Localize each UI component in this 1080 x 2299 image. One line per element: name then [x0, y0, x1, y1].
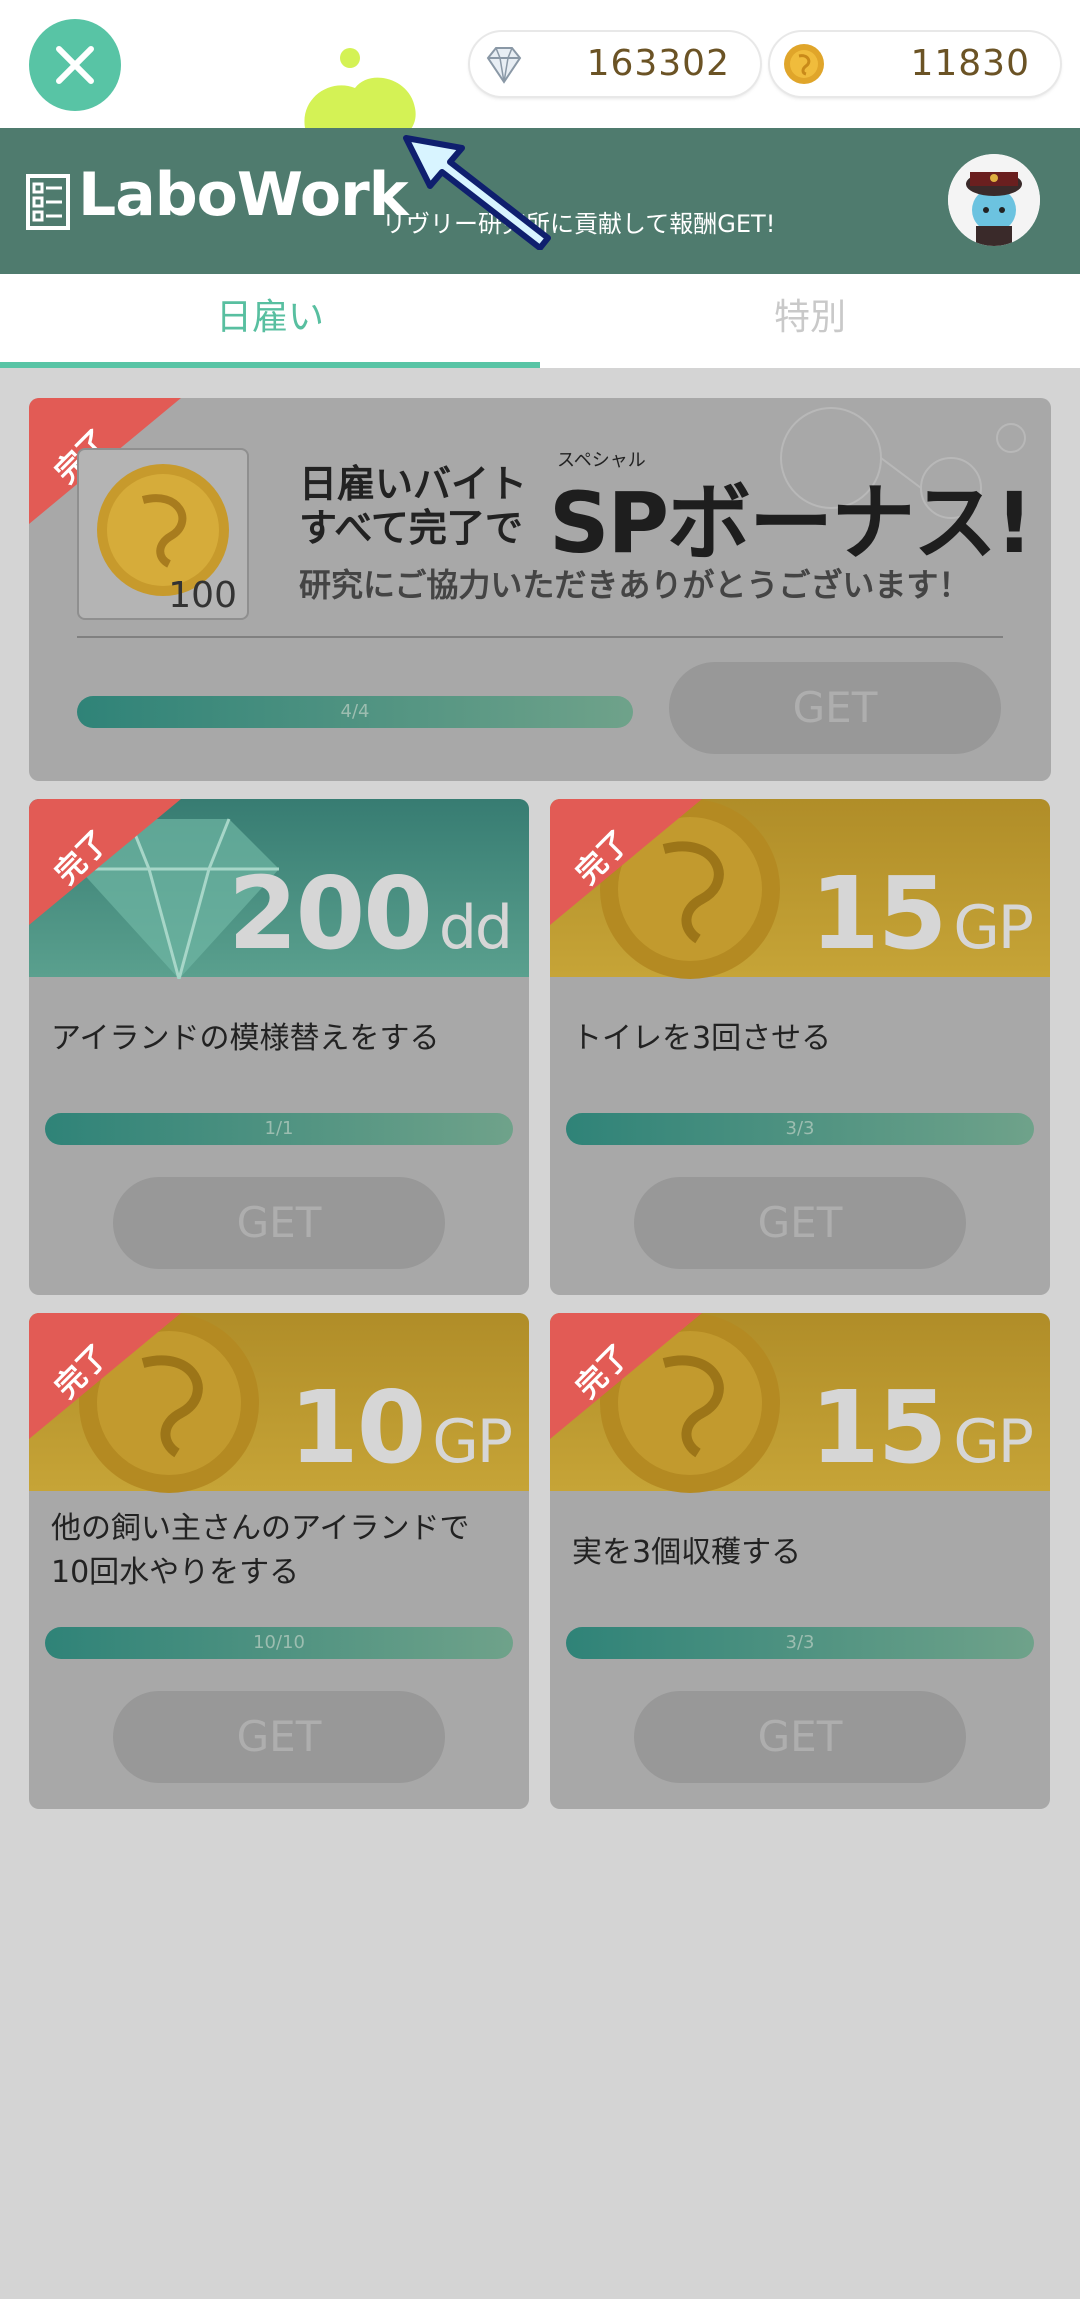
bonus-thanks-text: 研究にご協力いただきありがとうございます！: [299, 566, 971, 604]
reward-unit: GP: [432, 1407, 513, 1477]
bonus-description: 日雇いバイト すべて完了で: [299, 462, 527, 550]
reward-amount: 15 GP: [810, 855, 1034, 972]
reward-unit: dd: [438, 893, 513, 963]
reward-value: 10: [289, 1369, 426, 1486]
reward-value: 200: [228, 855, 433, 972]
labowork-logo: LaboWork: [78, 160, 409, 230]
reward-amount: 15 GP: [810, 1369, 1034, 1486]
sp-bonus-title: SPボーナス!: [549, 474, 1033, 572]
diamond-counter[interactable]: 163302: [470, 32, 760, 96]
task-card: 15 GP 完了 実を3個収穫する 3/3 GET: [550, 1313, 1050, 1809]
sp-bonus-card: 完了 100 日雇いバイト すべて完了で スペシャル SPボーナス! 研究にご協…: [29, 398, 1051, 781]
task-progress-bar: 10/10: [45, 1627, 513, 1659]
task-get-button[interactable]: GET: [113, 1691, 445, 1783]
task-description: 実を3個収穫する: [572, 1535, 802, 1570]
bonus-get-button[interactable]: GET: [669, 662, 1001, 754]
bonus-progress-bar: 4/4: [77, 696, 633, 728]
task-get-button[interactable]: GET: [634, 1691, 966, 1783]
researcher-avatar[interactable]: [948, 154, 1040, 246]
coin-counter[interactable]: 11830: [770, 32, 1060, 96]
reward-coin-box: 100: [77, 448, 249, 620]
reward-amount: 10 GP: [289, 1369, 513, 1486]
diamond-icon: [486, 47, 522, 84]
reward-quantity: 100: [168, 575, 237, 616]
task-progress-bar: 3/3: [566, 1627, 1034, 1659]
diamond-count: 163302: [586, 43, 730, 84]
reward-value: 15: [810, 855, 947, 972]
task-progress-text: 3/3: [785, 1118, 815, 1139]
tab-daily[interactable]: 日雇い: [0, 274, 540, 368]
checklist-icon: [26, 174, 70, 230]
task-description-line-1: 他の飼い主さんのアイランドで: [51, 1511, 470, 1546]
reward-value: 15: [810, 1369, 947, 1486]
completed-ribbon: 完了: [550, 799, 702, 925]
task-progress-bar: 1/1: [45, 1113, 513, 1145]
avatar-character: [948, 154, 1040, 246]
task-progress-text: 1/1: [264, 1118, 294, 1139]
task-description: トイレを3回させる: [572, 1021, 832, 1056]
task-get-button[interactable]: GET: [113, 1177, 445, 1269]
task-progress-bar: 3/3: [566, 1113, 1034, 1145]
task-card: 200 dd 完了 アイランドの模様替えをする 1/1 GET: [29, 799, 529, 1295]
tab-special[interactable]: 特別: [540, 274, 1080, 368]
bonus-progress-text: 4/4: [340, 701, 370, 722]
task-description-line-2: 10回水やりをする: [51, 1555, 300, 1590]
task-progress-text: 10/10: [253, 1632, 305, 1653]
coin-icon: [784, 44, 824, 84]
completed-ribbon: 完了: [29, 1313, 181, 1439]
coin-count: 11830: [910, 43, 1030, 84]
tab-bar: 日雇い 特別: [0, 274, 1080, 368]
lime-blob-decoration: [304, 48, 416, 138]
reward-amount: 200 dd: [228, 855, 513, 972]
reward-unit: GP: [953, 1407, 1034, 1477]
close-button[interactable]: [29, 19, 121, 111]
task-progress-text: 3/3: [785, 1632, 815, 1653]
completed-ribbon: 完了: [550, 1313, 702, 1439]
task-description: アイランドの模様替えをする: [51, 1021, 440, 1056]
close-icon: [56, 46, 94, 84]
task-get-button[interactable]: GET: [634, 1177, 966, 1269]
bonus-line-2: すべて完了で: [299, 506, 523, 550]
pointer-arrow-icon: [403, 135, 551, 250]
task-description: 他の飼い主さんのアイランドで 10回水やりをする: [51, 1507, 470, 1595]
bonus-line-1: 日雇いバイト: [299, 462, 528, 506]
divider: [77, 636, 1003, 638]
completed-ribbon: 完了: [29, 799, 181, 925]
active-tab-indicator: [0, 362, 540, 368]
reward-unit: GP: [953, 893, 1034, 963]
task-card: 15 GP 完了 トイレを3回させる 3/3 GET: [550, 799, 1050, 1295]
task-card: 10 GP 完了 他の飼い主さんのアイランドで 10回水やりをする 10/10 G…: [29, 1313, 529, 1809]
